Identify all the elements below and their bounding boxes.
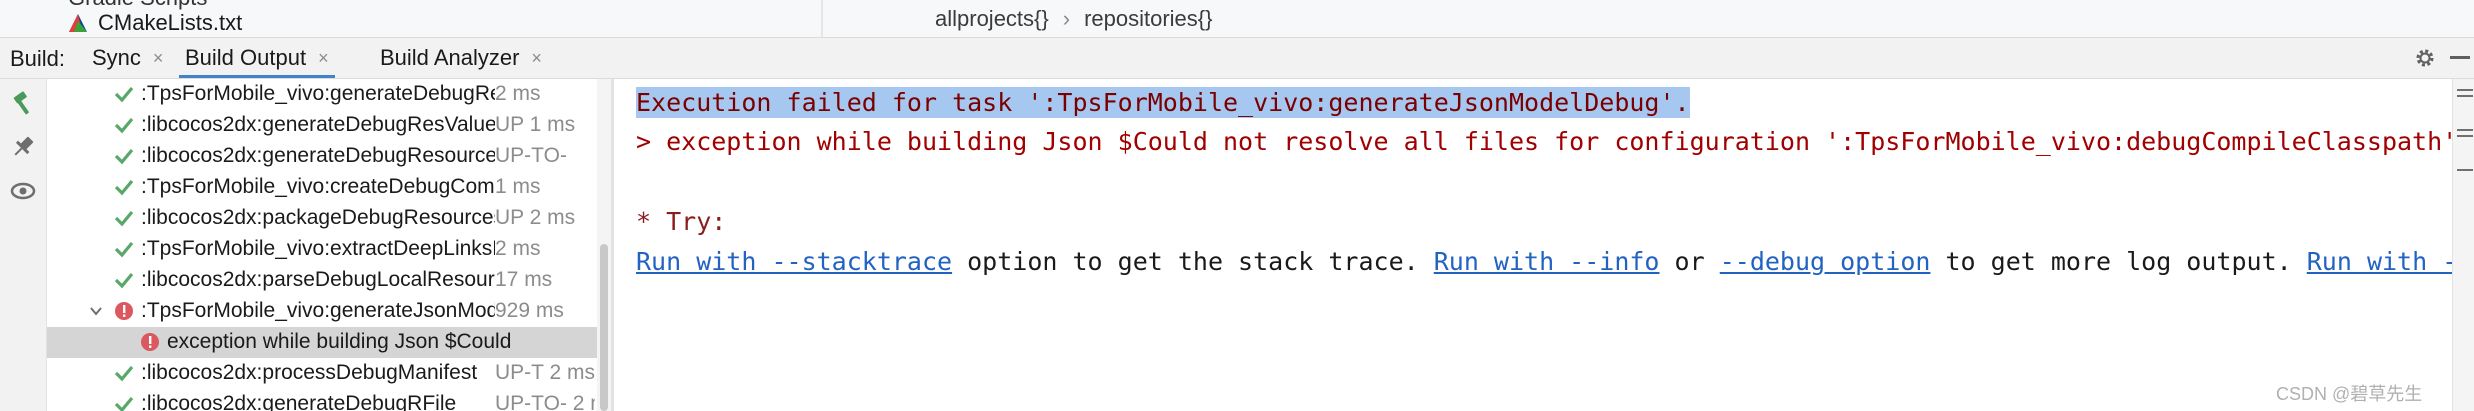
suggestion-text: to get more log output. (1930, 247, 2307, 276)
tab-build-analyzer[interactable]: Build Analyzer × (380, 38, 542, 78)
project-tree-item-cmakelists[interactable]: CMakeLists.txt (68, 9, 242, 37)
suggestion-text: or (1659, 247, 1720, 276)
project-tree-item-label: CMakeLists.txt (98, 10, 243, 35)
scroll-to-end-icon (2457, 135, 2473, 137)
debug-option-link[interactable]: --debug option (1720, 247, 1931, 276)
checkmark-icon (113, 269, 135, 291)
task-duration: UP 1 ms (495, 113, 576, 136)
tree-row[interactable]: :TpsForMobile_vivo:extractDeepLinksDeb 2 … (47, 234, 597, 265)
task-duration: 1 ms (495, 175, 541, 198)
task-duration: UP 2 ms (495, 206, 576, 229)
checkmark-icon (113, 393, 135, 411)
task-name: :libcocos2dx:generateDebugResValues (141, 113, 495, 136)
tab-label: Sync (92, 45, 141, 70)
suggestion-text: option to get the stack trace. (952, 247, 1434, 276)
tree-row[interactable]: :TpsForMobile_vivo:createDebugCompati 1 m… (47, 172, 597, 203)
build-tree: :TpsForMobile_vivo:generateDebugResVa2 m… (47, 79, 597, 411)
task-name: :TpsForMobile_vivo:createDebugCompati (141, 175, 495, 198)
run-info-link[interactable]: Run with --info (1434, 247, 1660, 276)
suggestion-line: Run with --stacktrace option to get the … (636, 247, 2452, 276)
task-name: :libcocos2dx:processDebugManifest (141, 361, 478, 384)
run-scan-link[interactable]: Run with --scan (2307, 247, 2452, 276)
minimize-icon[interactable] (2450, 56, 2470, 59)
task-name: :TpsForMobile_vivo:generateJsonMode (141, 299, 495, 322)
project-tree-panel: Gradle Scripts CMakeLists.txt (0, 0, 821, 37)
build-left-toolbar (0, 79, 47, 411)
checkmark-icon (113, 238, 135, 260)
breadcrumb-item[interactable]: repositories{} (1084, 6, 1212, 32)
active-tab-indicator (179, 75, 335, 78)
task-name: :libcocos2dx:packageDebugResources (141, 206, 495, 229)
error-summary-line: Execution failed for task ':TpsForMobile… (636, 87, 1690, 118)
breadcrumb-item[interactable]: allprojects{} (935, 6, 1049, 32)
hammer-icon[interactable] (9, 89, 37, 117)
try-heading: * Try: (636, 207, 727, 236)
build-tool-window-header: Build: Sync × Build Output × Build Analy… (0, 37, 2474, 79)
tree-row[interactable]: :libcocos2dx:generateDebugRFile UP-TO- 2 … (47, 389, 597, 411)
close-icon[interactable]: × (318, 48, 329, 69)
scrollbar-thumb[interactable] (600, 244, 608, 411)
gear-icon[interactable] (2413, 46, 2437, 70)
checkmark-icon (113, 145, 135, 167)
tree-row[interactable]: :libcocos2dx:processDebugManifest UP-T 2 … (47, 358, 597, 389)
close-icon[interactable]: × (153, 48, 164, 69)
right-gutter (2452, 79, 2474, 411)
tree-scrollbar[interactable] (597, 79, 611, 411)
breadcrumb-separator-icon: › (1062, 5, 1071, 31)
checkmark-icon (113, 176, 135, 198)
checkmark-icon (113, 114, 135, 136)
tab-label: Build Output (185, 45, 307, 70)
tree-row[interactable]: :libcocos2dx:packageDebugResources UP 2 m… (47, 203, 597, 234)
chevron-down-icon[interactable] (87, 302, 105, 320)
print-icon[interactable] (2457, 169, 2473, 171)
checkmark-icon (113, 207, 135, 229)
task-name: :TpsForMobile_vivo:generateDebugResVa (141, 82, 495, 105)
breadcrumb: allprojects{} › repositories{} (823, 0, 2474, 37)
tab-label: Build Analyzer (380, 45, 520, 70)
tab-build-output[interactable]: Build Output × (179, 38, 335, 78)
build-console-output: Execution failed for task ':TpsForMobile… (614, 79, 2452, 411)
checkmark-icon (113, 83, 135, 105)
task-name: :libcocos2dx:generateDebugRFile (141, 392, 457, 411)
pin-icon[interactable] (9, 133, 37, 161)
task-duration: 2 ms (495, 82, 541, 105)
top-strip: Gradle Scripts CMakeLists.txt allproject… (0, 0, 2474, 37)
task-duration: UP-TO- (495, 144, 567, 167)
tree-row[interactable]: :libcocos2dx:parseDebugLocalResources 17 … (47, 265, 597, 296)
build-label: Build: (10, 46, 66, 71)
close-icon[interactable]: × (531, 48, 542, 69)
tree-row-failed[interactable]: :TpsForMobile_vivo:generateJsonMode 929 m… (47, 296, 597, 327)
tab-sync[interactable]: Sync × (92, 38, 163, 78)
tree-row[interactable]: :TpsForMobile_vivo:generateDebugResVa2 m… (47, 79, 597, 110)
task-name: :TpsForMobile_vivo:extractDeepLinksDeb (141, 237, 495, 260)
error-icon (139, 331, 161, 353)
task-duration: 929 ms (495, 299, 564, 322)
exception-line: > exception while building Json $Could n… (636, 127, 2452, 156)
tree-row-failed[interactable]: exception while building Json $Could not… (47, 327, 597, 358)
soft-wrap-icon (2457, 95, 2473, 97)
task-name: exception while building Json $Could not… (167, 330, 515, 353)
error-icon (113, 300, 135, 322)
task-duration: 2 ms (495, 237, 541, 260)
soft-wrap-icon[interactable] (2457, 89, 2473, 91)
tree-row[interactable]: :libcocos2dx:generateDebugResValues UP 1 … (47, 110, 597, 141)
task-duration: UP-T 2 ms (495, 361, 595, 384)
task-name: :libcocos2dx:parseDebugLocalResources (141, 268, 495, 291)
scroll-to-end-icon[interactable] (2457, 129, 2473, 131)
run-stacktrace-link[interactable]: Run with --stacktrace (636, 247, 952, 276)
eye-icon[interactable] (9, 177, 37, 205)
tree-row[interactable]: :libcocos2dx:generateDebugResources UP-TO… (47, 141, 597, 172)
watermark: CSDN @碧草先生 (2276, 384, 2423, 404)
task-duration: UP-TO- 2 ms (495, 392, 595, 411)
task-duration: 17 ms (495, 268, 553, 291)
task-name: :libcocos2dx:generateDebugResources (141, 144, 495, 167)
checkmark-icon (113, 362, 135, 384)
cmake-file-icon (68, 13, 88, 33)
